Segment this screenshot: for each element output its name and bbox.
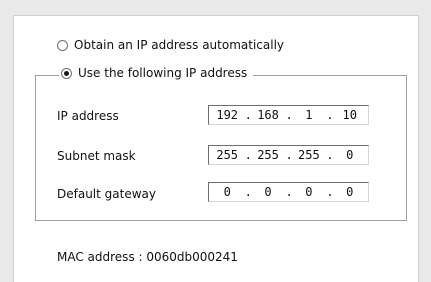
gateway-octet-1[interactable]: 0 [216, 185, 238, 199]
subnet-dot: . [244, 148, 252, 162]
subnet-octet-2[interactable]: 255 [257, 148, 279, 162]
use-following-label: Use the following IP address [78, 66, 248, 80]
mac-address-text: MAC address : 0060db000241 [57, 250, 238, 264]
ip-octet-3[interactable]: 1 [298, 108, 320, 122]
obtain-auto-option[interactable]: Obtain an IP address automatically [57, 38, 284, 52]
subnet-octet-1[interactable]: 255 [216, 148, 238, 162]
subnet-dot: . [326, 148, 334, 162]
subnet-dot: . [285, 148, 293, 162]
gateway-dot: . [285, 185, 293, 199]
gateway-octet-4[interactable]: 0 [339, 185, 361, 199]
ip-dot: . [326, 108, 334, 122]
ip-address-label: IP address [57, 109, 119, 123]
ip-settings-panel: Obtain an IP address automatically Use t… [13, 15, 419, 282]
obtain-auto-label: Obtain an IP address automatically [74, 38, 285, 52]
ip-dot: . [285, 108, 293, 122]
ip-address-input[interactable]: 192 . 168 . 1 . 10 [208, 105, 369, 125]
default-gateway-input[interactable]: 0 . 0 . 0 . 0 [208, 182, 369, 202]
default-gateway-label: Default gateway [57, 187, 156, 201]
ip-octet-2[interactable]: 168 [257, 108, 279, 122]
subnet-mask-label: Subnet mask [57, 149, 136, 163]
gateway-dot: . [326, 185, 334, 199]
ip-dot: . [244, 108, 252, 122]
gateway-dot: . [244, 185, 252, 199]
use-following-option[interactable]: Use the following IP address [59, 66, 254, 80]
subnet-octet-3[interactable]: 255 [298, 148, 320, 162]
ip-octet-1[interactable]: 192 [216, 108, 238, 122]
subnet-octet-4[interactable]: 0 [339, 148, 361, 162]
subnet-mask-input[interactable]: 255 . 255 . 255 . 0 [208, 145, 369, 165]
use-following-radio[interactable] [61, 67, 72, 79]
obtain-auto-radio[interactable] [57, 39, 68, 51]
ip-octet-4[interactable]: 10 [339, 108, 361, 122]
gateway-octet-3[interactable]: 0 [298, 185, 320, 199]
gateway-octet-2[interactable]: 0 [257, 185, 279, 199]
